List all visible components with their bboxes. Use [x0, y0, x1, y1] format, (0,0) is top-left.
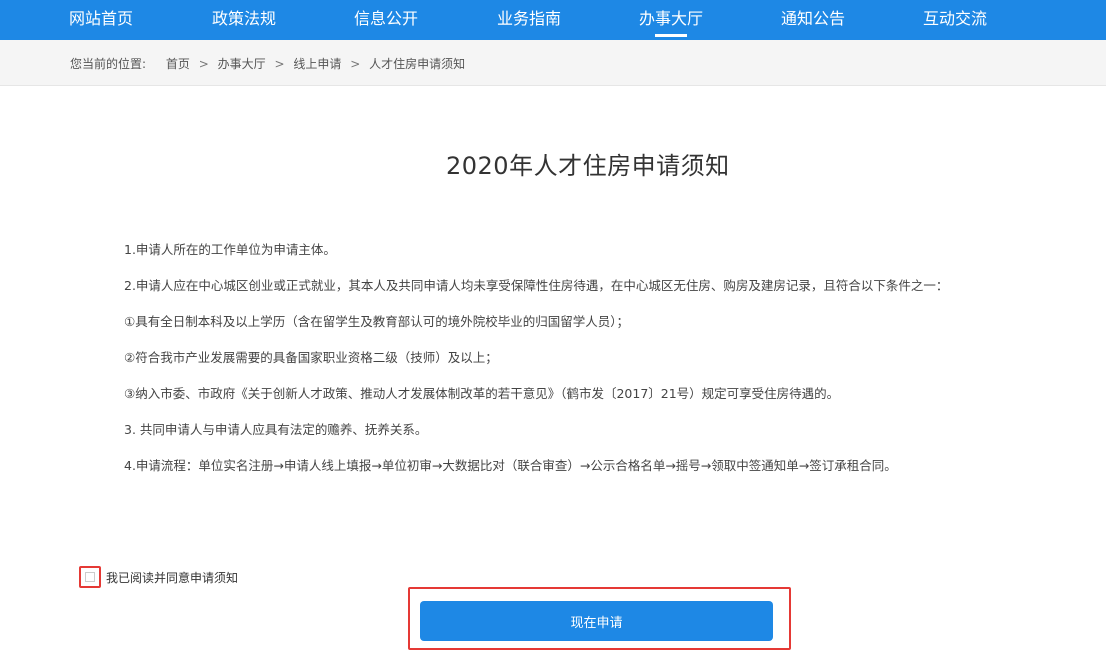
breadcrumb-prefix: 您当前的位置:: [70, 57, 147, 71]
notice-line: ①具有全日制本科及以上学历（含在留学生及教育部认可的境外院校毕业的归国留学人员）…: [124, 314, 629, 329]
notice-line: 4.申请流程：单位实名注册→申请人线上填报→单位初审→大数据比对（联合审查）→公…: [124, 458, 897, 473]
notice-body: 1.申请人所在的工作单位为申请主体。 2.申请人应在中心城区创业或正式就业，其本…: [124, 240, 1064, 492]
notice-line: 1.申请人所在的工作单位为申请主体。: [124, 242, 336, 257]
breadcrumb-separator: >: [198, 57, 209, 71]
notice-line: ②符合我市产业发展需要的具备国家职业资格二级（技师）及以上；: [124, 350, 498, 365]
breadcrumb-current-page: 人才住房申请须知: [369, 57, 466, 71]
nav-item-interaction[interactable]: 互动交流: [922, 0, 988, 40]
agreement-checkbox[interactable]: [79, 566, 101, 588]
apply-now-button[interactable]: 现在申请: [420, 601, 773, 641]
breadcrumb-separator: >: [274, 57, 285, 71]
breadcrumb: 您当前的位置: 首页 > 办事大厅 > 线上申请 > 人才住房申请须知: [70, 55, 465, 72]
breadcrumb-bar: 您当前的位置: 首页 > 办事大厅 > 线上申请 > 人才住房申请须知: [0, 40, 1106, 86]
nav-item-service-hall[interactable]: 办事大厅: [638, 0, 704, 40]
breadcrumb-separator: >: [350, 57, 361, 71]
breadcrumb-service-hall[interactable]: 办事大厅: [218, 57, 266, 71]
nav-item-policies[interactable]: 政策法规: [211, 0, 277, 40]
notice-line: ③纳入市委、市政府《关于创新人才政策、推动人才发展体制改革的若干意见》（鹤市发〔…: [124, 386, 840, 401]
breadcrumb-online-application[interactable]: 线上申请: [293, 57, 341, 71]
page-title: 2020年人才住房申请须知: [446, 152, 730, 180]
top-navigation: 网站首页 政策法规 信息公开 业务指南 办事大厅 通知公告 互动交流: [0, 0, 1106, 40]
agreement-label[interactable]: 我已阅读并同意申请须知: [106, 569, 238, 586]
notice-line: 2.申请人应在中心城区创业或正式就业，其本人及共同申请人均未享受保障性住房待遇，…: [124, 278, 949, 293]
notice-line: 3. 共同申请人与申请人应具有法定的赡养、抚养关系。: [124, 422, 428, 437]
agreement-row: 我已阅读并同意申请须知: [79, 566, 238, 588]
nav-item-home[interactable]: 网站首页: [68, 0, 134, 40]
nav-item-announcements[interactable]: 通知公告: [780, 0, 846, 40]
nav-item-information-disclosure[interactable]: 信息公开: [353, 0, 419, 40]
nav-item-service-guide[interactable]: 业务指南: [496, 0, 562, 40]
breadcrumb-home[interactable]: 首页: [166, 57, 190, 71]
